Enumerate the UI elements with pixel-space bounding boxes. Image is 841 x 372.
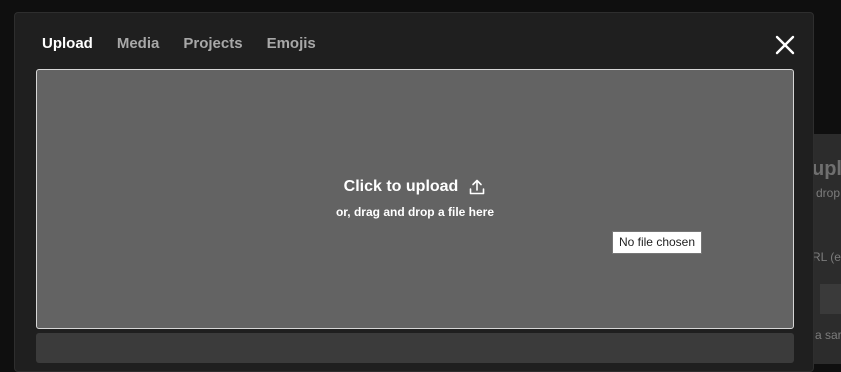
url-input-area[interactable]: [36, 333, 794, 363]
tab-upload[interactable]: Upload: [42, 35, 93, 52]
background-url-hint: RL (e.: [812, 250, 841, 264]
upload-modal: Upload Media Projects Emojis Click to up…: [14, 12, 814, 372]
modal-tabs: Upload Media Projects Emojis: [42, 35, 316, 52]
file-dropzone[interactable]: Click to upload or, drag and drop a file…: [36, 69, 794, 329]
background-text: a sar: [815, 328, 841, 342]
tab-media[interactable]: Media: [117, 35, 160, 52]
close-icon: [775, 35, 795, 55]
upload-title-row: Click to upload: [37, 178, 793, 196]
upload-icon: [470, 179, 485, 195]
upload-title: Click to upload: [343, 178, 459, 195]
background-text: drop: [816, 186, 841, 200]
background-heading: upl: [812, 158, 841, 180]
tab-emojis[interactable]: Emojis: [267, 35, 316, 52]
tab-projects[interactable]: Projects: [183, 35, 242, 52]
close-button[interactable]: [773, 33, 797, 57]
background-button: [820, 284, 841, 314]
file-status-tooltip: No file chosen: [612, 231, 702, 254]
upload-subtitle: or, drag and drop a file here: [335, 205, 495, 219]
